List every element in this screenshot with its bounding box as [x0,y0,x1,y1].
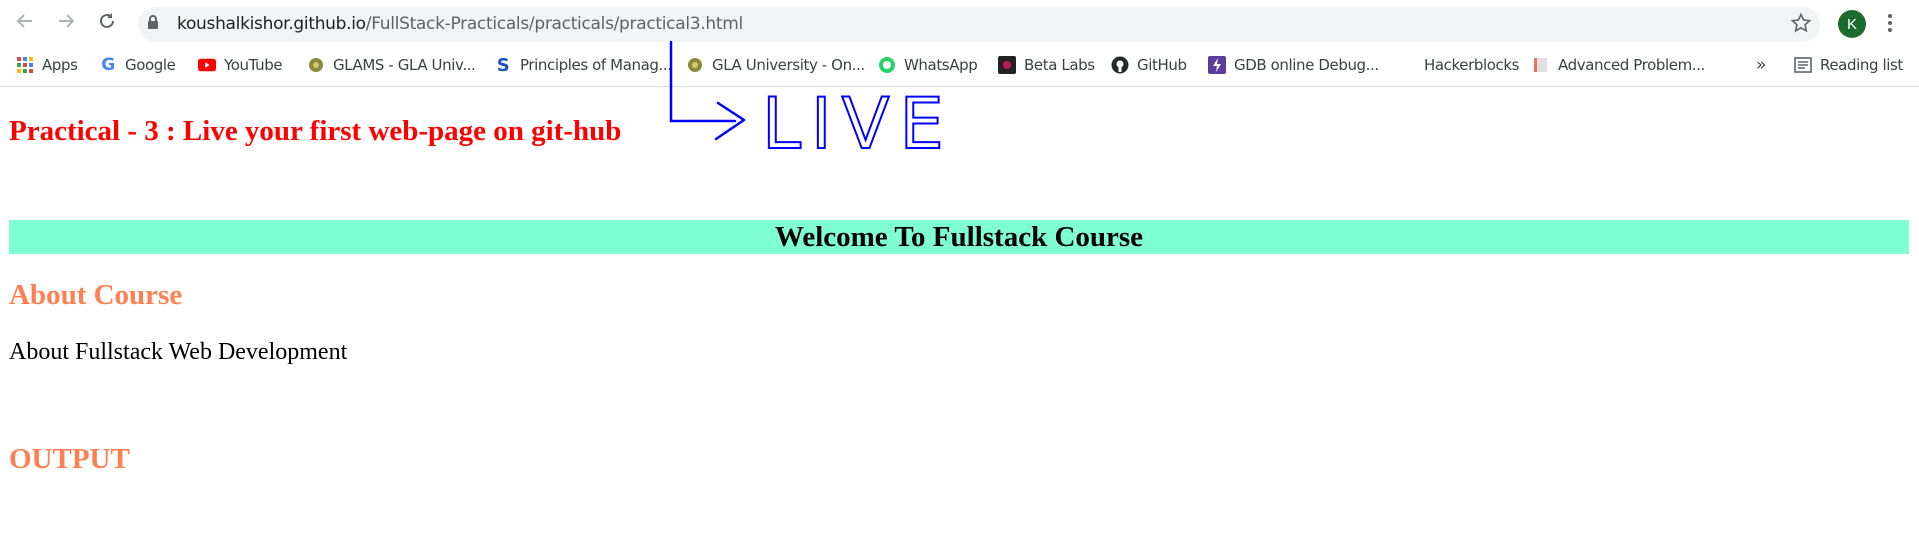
s-icon: S [496,54,510,76]
avatar[interactable]: K [1838,10,1866,38]
url-host: koushalkishor.github.io [177,14,366,34]
bookmark-label: Hackerblocks [1424,56,1520,74]
lock-icon [148,15,158,29]
gdb-icon [1208,56,1226,74]
back-button[interactable] [12,8,38,34]
bookmark-label: GDB online Debug... [1234,56,1379,74]
url-text[interactable]: koushalkishor.github.io/FullStack-Practi… [177,14,743,34]
bookmark-label: Principles of Manag... [520,56,672,74]
gla-icon [307,56,325,74]
live-annotation-drawing: LIVE [669,40,954,166]
about-course-text: About Fullstack Web Development [9,339,348,365]
bookmark-hackerblocks[interactable]: Hackerblocks [1424,54,1519,76]
arrow-right-icon [59,14,75,28]
youtube-icon [198,56,216,74]
reload-button[interactable] [94,8,120,34]
bookmark-principles[interactable]: S Principles of Manag... [494,54,672,76]
reading-list-label: Reading list [1820,56,1903,74]
bookmark-label: GitHub [1137,56,1187,74]
reading-list-button[interactable]: Reading list [1794,54,1903,76]
github-icon [1111,56,1129,74]
bookmark-apps[interactable]: Apps [16,54,78,76]
betalabs-icon [998,56,1016,74]
about-course-heading: About Course [9,279,183,311]
output-heading: OUTPUT [9,443,130,475]
bookmark-glams[interactable]: GLAMS - GLA Univ... [307,54,476,76]
url-path: /FullStack-Practicals/practicals/practic… [365,14,743,34]
bookmark-label: Google [125,56,176,74]
bookmark-label: YouTube [224,56,283,74]
reading-list-icon [1794,56,1812,74]
bookmark-beta-labs[interactable]: Beta Labs [998,54,1095,76]
bookmark-label: Beta Labs [1024,56,1095,74]
welcome-heading: Welcome To Fullstack Course [9,220,1909,254]
arrow-left-icon [16,14,32,28]
google-icon: G [101,55,115,75]
star-icon[interactable] [1791,13,1811,33]
bookmark-label: Advanced Problem... [1558,56,1705,74]
bookmark-label: GLAMS - GLA Univ... [333,56,476,74]
bookmarks-overflow-button[interactable]: » [1756,54,1766,76]
bookmark-github[interactable]: GitHub [1111,54,1187,76]
bookmark-label: Apps [42,56,78,74]
menu-kebab-icon[interactable] [1886,12,1894,34]
bookmark-gdb[interactable]: GDB online Debug... [1208,54,1379,76]
live-handwritten-text: LIVE [761,82,954,166]
forward-button[interactable] [53,8,79,34]
apps-grid-icon [16,56,34,74]
bookmark-google[interactable]: G Google [99,54,176,76]
practical-title: Practical - 3 : Live your first web-page… [9,115,622,147]
browser-toolbar: koushalkishor.github.io/FullStack-Practi… [0,0,1919,42]
bookmark-youtube[interactable]: YouTube [198,54,283,76]
reload-icon [100,13,114,28]
book-icon [1532,56,1550,74]
bookmark-advanced-problem[interactable]: Advanced Problem... [1532,54,1705,76]
svg-text:LIVE: LIVE [762,83,954,165]
